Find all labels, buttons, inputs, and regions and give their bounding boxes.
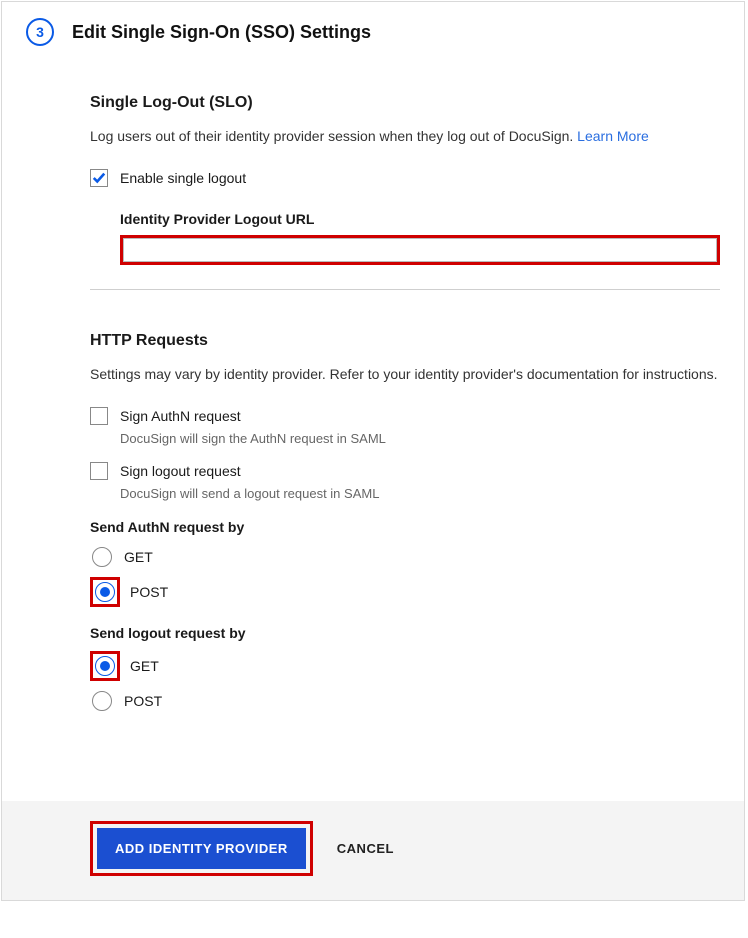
authn-get-radio[interactable] [92,547,112,567]
panel-content: Single Log-Out (SLO) Log users out of th… [2,54,744,737]
logout-url-label: Identity Provider Logout URL [120,211,720,227]
logout-post-wrap [90,689,114,713]
send-logout-heading: Send logout request by [90,625,720,641]
logout-get-label: GET [130,658,159,674]
http-heading: HTTP Requests [90,332,720,350]
slo-heading: Single Log-Out (SLO) [90,94,720,112]
sign-logout-sub: DocuSign will send a logout request in S… [120,486,720,501]
logout-post-row: POST [90,689,720,713]
slo-description: Log users out of their identity provider… [90,126,720,147]
http-description: Settings may vary by identity provider. … [90,364,720,385]
panel-title: Edit Single Sign-On (SSO) Settings [72,22,371,43]
sign-logout-row: Sign logout request [90,462,720,480]
panel-footer: ADD IDENTITY PROVIDER CANCEL [2,801,744,900]
authn-get-row: GET [90,545,720,569]
logout-get-highlight [90,651,120,681]
logout-url-highlight [120,235,720,265]
check-icon [92,171,106,185]
authn-post-label: POST [130,584,168,600]
logout-post-radio[interactable] [92,691,112,711]
cancel-button[interactable]: CANCEL [337,841,394,856]
authn-post-radio[interactable] [95,582,115,602]
logout-get-radio[interactable] [95,656,115,676]
sign-authn-sub: DocuSign will sign the AuthN request in … [120,431,720,446]
step-indicator: 3 [26,18,54,46]
enable-slo-row: Enable single logout [90,169,720,187]
panel-header: 3 Edit Single Sign-On (SSO) Settings [2,2,744,54]
add-identity-provider-button[interactable]: ADD IDENTITY PROVIDER [97,828,306,869]
authn-get-wrap [90,545,114,569]
sign-logout-checkbox[interactable] [90,462,108,480]
enable-slo-label: Enable single logout [120,170,246,186]
enable-slo-checkbox[interactable] [90,169,108,187]
section-divider [90,289,720,290]
sign-authn-checkbox[interactable] [90,407,108,425]
send-authn-heading: Send AuthN request by [90,519,720,535]
logout-post-label: POST [124,693,162,709]
logout-url-input[interactable] [123,238,717,262]
sso-settings-panel: 3 Edit Single Sign-On (SSO) Settings Sin… [1,1,745,901]
authn-post-highlight [90,577,120,607]
sign-authn-row: Sign AuthN request [90,407,720,425]
logout-url-field: Identity Provider Logout URL [120,211,720,265]
sign-authn-label: Sign AuthN request [120,408,241,424]
sign-logout-label: Sign logout request [120,463,241,479]
learn-more-link[interactable]: Learn More [577,128,649,144]
logout-get-row: GET [90,651,720,681]
slo-desc-text: Log users out of their identity provider… [90,128,577,144]
authn-post-row: POST [90,577,720,607]
authn-get-label: GET [124,549,153,565]
add-provider-highlight: ADD IDENTITY PROVIDER [90,821,313,876]
